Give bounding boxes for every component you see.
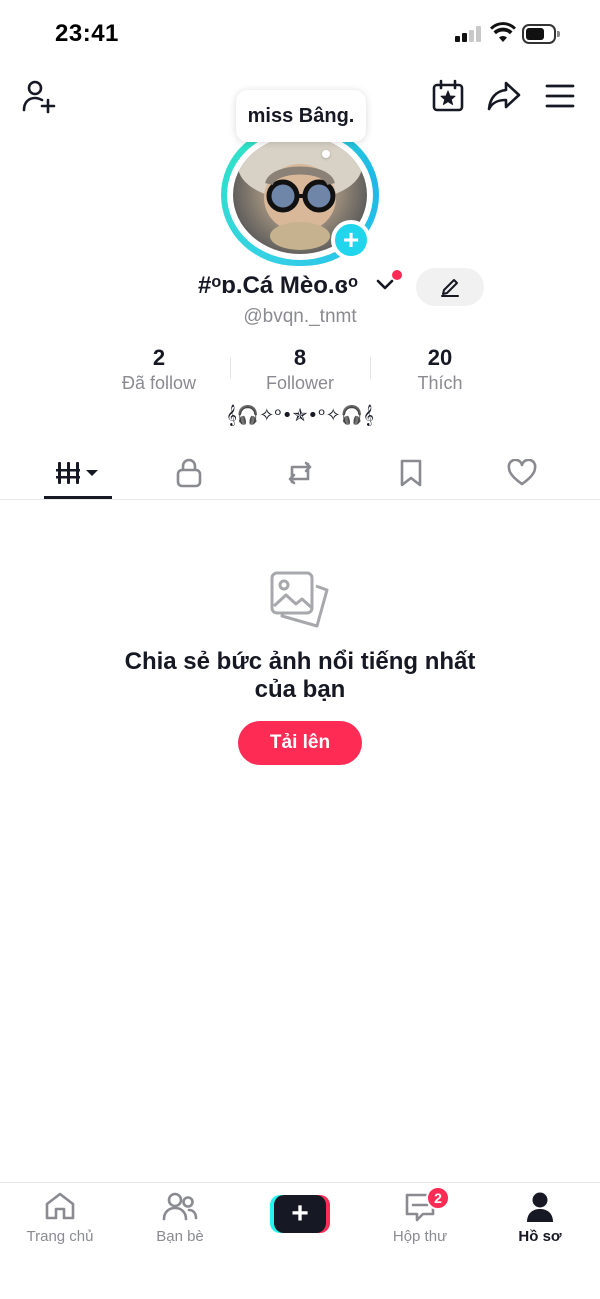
create-button[interactable]: + xyxy=(270,1195,330,1233)
nav-profile-label: Hồ sơ xyxy=(518,1228,562,1245)
status-bar: 23:41 xyxy=(0,0,600,70)
edit-profile-button[interactable] xyxy=(416,268,484,306)
nav-friends[interactable]: Bạn bè xyxy=(120,1183,240,1253)
note-text: miss Bâng. xyxy=(247,104,355,127)
photos-icon xyxy=(270,571,329,628)
profile-stats: 2 Đã follow 8 Follower 20 Thích xyxy=(0,345,600,397)
cellular-signal-icon xyxy=(455,26,485,42)
nav-inbox-label: Hộp thư xyxy=(392,1228,448,1245)
inbox-badge: 2 xyxy=(426,1186,450,1210)
add-story-button[interactable]: + xyxy=(331,220,371,260)
nav-profile[interactable]: Hồ sơ xyxy=(480,1183,600,1253)
upload-button[interactable]: Tải lên xyxy=(238,721,362,765)
pencil-icon xyxy=(441,279,459,297)
menu-icon[interactable] xyxy=(542,78,578,114)
share-icon[interactable] xyxy=(486,78,522,114)
following-stat[interactable]: 2 Đã follow xyxy=(89,345,229,394)
calendar-star-icon[interactable] xyxy=(430,78,466,114)
name-row: #ᵒɒ.Cá Mèo.ɞᵒ xyxy=(0,270,600,306)
followers-stat[interactable]: 8 Follower xyxy=(230,345,370,394)
following-label: Đã follow xyxy=(121,373,197,393)
empty-state-title-line2: của bạn xyxy=(254,676,346,703)
plus-icon: + xyxy=(274,1195,326,1233)
tab-private[interactable] xyxy=(149,448,229,498)
content-tabs xyxy=(0,448,600,500)
tab-favorites[interactable] xyxy=(371,448,451,498)
bio: 𝄞🎧✧ᵒ•✯•ᵒ✧🎧𝄞 xyxy=(226,405,374,426)
heart-icon xyxy=(507,459,537,486)
nav-inbox[interactable]: Hộp thư xyxy=(360,1183,480,1253)
nav-friends-label: Bạn bè xyxy=(156,1228,204,1245)
likes-count: 20 xyxy=(427,345,453,370)
bookmark-icon xyxy=(400,459,422,487)
add-friend-icon[interactable] xyxy=(20,78,56,114)
nav-home[interactable]: Trang chủ xyxy=(0,1183,120,1253)
likes-stat[interactable]: 20 Thích xyxy=(370,345,510,394)
empty-state-title-line1: Chia sẻ bức ảnh nổi tiếng nhất xyxy=(124,648,476,675)
home-icon xyxy=(45,1192,75,1220)
tab-reposts[interactable] xyxy=(260,448,340,498)
followers-count: 8 xyxy=(293,345,307,370)
status-time: 23:41 xyxy=(55,20,119,47)
tab-videos[interactable] xyxy=(38,448,118,498)
profile-icon xyxy=(527,1192,553,1222)
tab-liked[interactable] xyxy=(482,448,562,498)
nav-home-label: Trang chủ xyxy=(26,1228,94,1245)
bottom-nav: Trang chủ Bạn bè + Hộp thư 2 Hồ sơ xyxy=(0,1182,600,1299)
notification-dot xyxy=(392,270,402,280)
followers-label: Follower xyxy=(265,373,335,393)
wifi-icon xyxy=(490,22,516,42)
empty-state-title: Chia sẻ bức ảnh nổi tiếng nhất của bạn xyxy=(0,648,600,704)
note-bubble-tail xyxy=(322,150,330,158)
lock-icon xyxy=(176,458,202,488)
chevron-down-icon[interactable] xyxy=(376,278,394,292)
repost-icon xyxy=(288,461,312,485)
battery-icon xyxy=(522,24,560,44)
username: @bvqn._tnmt xyxy=(243,306,357,327)
friends-icon xyxy=(162,1192,198,1221)
likes-label: Thích xyxy=(417,373,463,393)
grid-icon xyxy=(56,462,98,484)
note-bubble[interactable]: miss Bâng. xyxy=(236,90,366,142)
active-tab-indicator xyxy=(44,496,112,499)
display-name[interactable]: #ᵒɒ.Cá Mèo.ɞᵒ xyxy=(198,272,358,300)
following-count: 2 xyxy=(152,345,166,370)
